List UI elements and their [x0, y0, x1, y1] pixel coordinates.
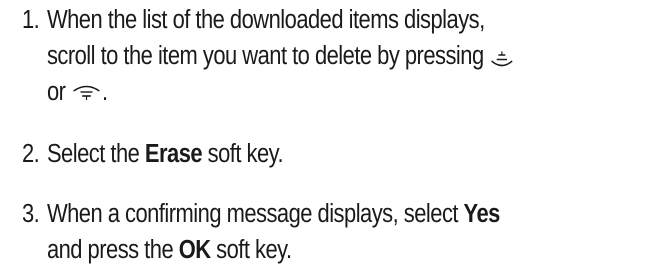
step-2-text-after: soft key. [202, 140, 284, 168]
step-2-text-before: Select the [46, 140, 145, 168]
step-number: 1. [22, 6, 40, 34]
step-3: 3. When a confirming message displays, s… [22, 196, 654, 268]
step-1: 1. When the list of the downloaded items… [22, 2, 654, 110]
step-3-line-1: When a confirming message displays, sele… [47, 196, 654, 232]
step-3-line-2: and press the OK soft key. [47, 232, 654, 268]
step-text: When a confirming message displays, sele… [47, 196, 654, 268]
step-1-line-3: or . [47, 74, 654, 110]
scroll-down-key-icon [71, 82, 102, 106]
step-3-text-after: soft key. [210, 236, 292, 264]
step-1-or-text: or [46, 78, 66, 106]
step-3-text-before: When a confirming message displays, sele… [46, 200, 464, 228]
step-1-line-1: When the list of the downloaded items di… [46, 6, 485, 34]
step-1-period: . [101, 78, 108, 106]
scroll-up-key-icon [489, 46, 515, 70]
step-1-scroll-text: scroll to the item you want to delete by… [46, 42, 484, 70]
ok-soft-key-label: OK [178, 236, 211, 264]
yes-option-label: Yes [463, 200, 501, 228]
erase-soft-key-label: Erase [144, 140, 203, 168]
step-text: Select the Erase soft key. [47, 136, 654, 172]
step-3-press-text: and press the [46, 236, 179, 264]
step-text: When the list of the downloaded items di… [47, 2, 654, 110]
step-1-line-2: scroll to the item you want to delete by… [47, 38, 654, 74]
step-number: 2. [22, 140, 40, 168]
step-number: 3. [22, 200, 40, 228]
step-2: 2. Select the Erase soft key. [22, 136, 654, 172]
